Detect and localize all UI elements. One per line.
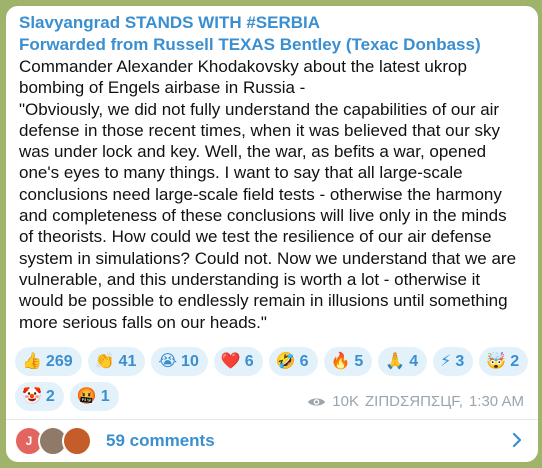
- lightning-icon: ⚡: [440, 352, 452, 370]
- view-count: 10K: [332, 393, 359, 410]
- heart-icon: ❤️: [220, 352, 241, 370]
- fire-icon: 🔥: [330, 352, 351, 370]
- clap-icon: 👏: [94, 352, 115, 370]
- eye-icon: [308, 397, 326, 406]
- reaction-clap[interactable]: 👏 41: [87, 347, 146, 376]
- reaction-pray[interactable]: 🙏 4: [378, 347, 428, 376]
- channel-name[interactable]: Slavyangrad STANDS WITH #SERBIA: [19, 13, 320, 33]
- commenter-avatars: J: [14, 425, 100, 457]
- chevron-right-icon[interactable]: [512, 432, 522, 448]
- angry-face-icon: 🤬: [76, 387, 97, 405]
- reaction-count: 2: [45, 387, 55, 405]
- reaction-thumbs-up[interactable]: 👍 269: [15, 347, 82, 376]
- message-meta: 10K ZIΠDΣЯΠΣЦF, 1:30 AM: [307, 393, 524, 410]
- reaction-clown[interactable]: 🤡 2: [15, 382, 64, 411]
- reaction-count: 6: [299, 352, 309, 370]
- comments-count[interactable]: 59 comments: [106, 431, 215, 451]
- reaction-crying[interactable]: 😭 10: [151, 347, 208, 376]
- reaction-heart[interactable]: ❤️ 6: [213, 347, 263, 376]
- post-time: 1:30 AM: [468, 393, 524, 410]
- clown-icon: 🤡: [22, 387, 42, 405]
- reaction-count: 41: [118, 352, 137, 370]
- reaction-count: 1: [100, 387, 110, 405]
- message-bubble: Slavyangrad STANDS WITH #SERBIA Forwarde…: [6, 6, 538, 462]
- forwarded-from[interactable]: Forwarded from Russell TEXAS Bentley (Te…: [19, 35, 481, 55]
- message-text: Commander Alexander Khodakovsky about th…: [19, 57, 517, 332]
- avatar: [62, 426, 92, 456]
- thumbs-up-icon: 👍: [22, 352, 42, 370]
- crying-face-icon: 😭: [158, 352, 178, 370]
- post-author: ZIΠDΣЯΠΣЦF,: [364, 393, 463, 410]
- reaction-count: 10: [181, 352, 199, 370]
- reaction-lightning[interactable]: ⚡ 3: [433, 347, 474, 376]
- reaction-count: 5: [354, 352, 364, 370]
- reaction-fire[interactable]: 🔥 5: [323, 347, 373, 376]
- pray-icon: 🙏: [385, 352, 406, 370]
- reaction-angry[interactable]: 🤬 1: [69, 382, 119, 411]
- reaction-count: 2: [510, 352, 520, 370]
- reaction-rofl[interactable]: 🤣 6: [268, 347, 318, 376]
- reaction-count: 269: [45, 352, 73, 370]
- reaction-exploding-head[interactable]: 🤯 2: [479, 347, 529, 376]
- reaction-count: 6: [244, 352, 254, 370]
- reaction-count: 3: [455, 352, 465, 370]
- rofl-icon: 🤣: [275, 352, 296, 370]
- reaction-count: 4: [409, 352, 419, 370]
- comments-button[interactable]: J 59 comments: [6, 420, 538, 462]
- exploding-head-icon: 🤯: [486, 352, 507, 370]
